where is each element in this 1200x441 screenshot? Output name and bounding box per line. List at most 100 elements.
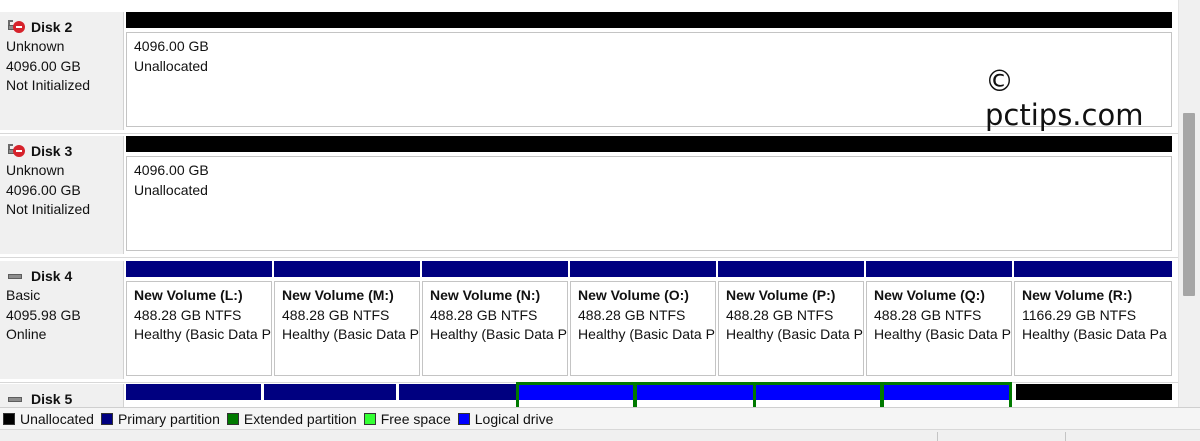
row-separator (0, 133, 1178, 134)
disk-info-line: Not Initialized (6, 201, 91, 217)
disk-info-line: Online (6, 326, 47, 342)
disk-title: Disk 2 (6, 17, 123, 37)
partition-details: New Volume (Q:) 488.28 GB NTFS Healthy (Ba… (866, 281, 1012, 376)
arrow-mark (8, 20, 13, 25)
partition-line: 4096.00 GB (134, 162, 209, 178)
partition-details: New Volume (R:) 1166.29 GB NTFS Healthy (B… (1014, 281, 1172, 376)
partition-block[interactable] (1016, 384, 1172, 407)
partition-block[interactable]: New Volume (P:) 488.28 GB NTFS Healthy (Ba… (718, 261, 864, 379)
volume-name: New Volume (R:) (1022, 287, 1133, 303)
partition-bar (264, 384, 396, 400)
drive-shape (8, 274, 22, 279)
disk-name: Disk 4 (31, 268, 73, 284)
partition-bar (866, 261, 1012, 277)
disk-info: Basic 4095.98 GB Online (6, 286, 123, 345)
volume-name: New Volume (L:) (134, 287, 243, 303)
legend-swatch (100, 412, 113, 425)
partition-block[interactable] (126, 384, 261, 407)
legend-label: Free space (380, 410, 451, 427)
partition-bar (1016, 384, 1172, 400)
legend-item: Unallocated (3, 411, 94, 427)
partition-area: New Volume (L:) 488.28 GB NTFS Healthy (Ba… (126, 261, 1178, 379)
volume-name: New Volume (Q:) (874, 287, 985, 303)
partition-details: New Volume (N:) 488.28 GB NTFS Healthy (Ba… (422, 281, 568, 376)
disk-drive-icon (6, 391, 27, 407)
scrollbar-thumb[interactable] (1183, 113, 1195, 296)
legend-item: Extended partition (226, 411, 357, 427)
partition-bar (755, 384, 881, 400)
partition-bar (274, 261, 420, 277)
partition-line: Healthy (Basic Data P (726, 326, 863, 342)
partition-details: New Volume (O:) 488.28 GB NTFS Healthy (Ba… (570, 281, 716, 376)
partition-block[interactable]: 4096.00 GB Unallocated (126, 136, 1172, 254)
disk-uninitialized-icon (6, 19, 27, 35)
disk-label-disk3[interactable]: Disk 3 Unknown 4096.00 GB Not Initialized (0, 136, 124, 254)
partition-block[interactable] (881, 382, 1012, 407)
volume-name: New Volume (P:) (726, 287, 836, 303)
partition-block[interactable]: New Volume (R:) 1166.29 GB NTFS Healthy (B… (1014, 261, 1172, 379)
disk-title: Disk 4 (6, 266, 123, 286)
partition-details: 4096.00 GB Unallocated (126, 156, 1172, 251)
partition-bar (636, 384, 754, 400)
disk-label-disk4[interactable]: Disk 4 Basic 4095.98 GB Online (0, 261, 124, 379)
partition-bar (126, 12, 1172, 28)
partition-block[interactable]: New Volume (N:) 488.28 GB NTFS Healthy (Ba… (422, 261, 568, 379)
disk-info-line: 4096.00 GB (6, 181, 81, 198)
legend-swatch (226, 412, 239, 425)
legend-item: Logical drive (457, 410, 554, 427)
partition-block[interactable] (264, 384, 396, 407)
partition-block[interactable]: New Volume (O:) 488.28 GB NTFS Healthy (Ba… (570, 261, 716, 379)
disk-info: Unknown 4096.00 GB Not Initialized (6, 161, 123, 220)
disk-row-disk5: Disk 5 (0, 382, 1178, 407)
row-separator (0, 382, 1178, 383)
legend-swatch (363, 412, 376, 425)
vertical-scrollbar[interactable] (1178, 0, 1200, 407)
disk-info-line: Unknown (6, 162, 65, 178)
partition-block[interactable]: New Volume (L:) 488.28 GB NTFS Healthy (Ba… (126, 261, 272, 379)
partition-bar (126, 384, 261, 400)
partition-block[interactable]: New Volume (Q:) 488.28 GB NTFS Healthy (Ba… (866, 261, 1012, 379)
partition-line: Unallocated (134, 181, 208, 198)
disk-label-disk5[interactable]: Disk 5 (0, 384, 124, 407)
disk-row-disk3: Disk 3 Unknown 4096.00 GB Not Initialized 40… (0, 136, 1178, 254)
disk-title: Disk 3 (6, 141, 123, 161)
legend-bar: Unallocated Primary partition Extended par… (0, 407, 1200, 429)
partition-bar (570, 261, 716, 277)
stop-mark (13, 21, 25, 33)
partition-block[interactable] (753, 382, 883, 407)
partition-line: 488.28 GB NTFS (874, 306, 982, 323)
disk-drive-icon (6, 268, 27, 284)
partition-line: 1166.29 GB NTFS (1022, 306, 1137, 323)
partition-bar (883, 384, 1010, 400)
partition-block[interactable] (399, 384, 516, 407)
status-divider (1065, 432, 1066, 441)
partition-line: Healthy (Basic Data P (282, 326, 419, 342)
partition-line: 488.28 GB NTFS (726, 306, 834, 323)
legend-label: Unallocated (20, 410, 94, 427)
disk-info-line: Unknown (6, 38, 65, 54)
partition-line: 488.28 GB NTFS (578, 306, 686, 323)
partition-area: 4096.00 GB Unallocated (126, 136, 1178, 254)
partition-bar (422, 261, 568, 277)
partition-block[interactable] (634, 382, 756, 407)
disk-label-disk2[interactable]: Disk 2 Unknown 4096.00 GB Not Initialized (0, 12, 124, 130)
partition-line: 488.28 GB NTFS (134, 306, 242, 323)
partition-line: 488.28 GB NTFS (430, 306, 538, 323)
disk-info-line: Not Initialized (6, 77, 91, 93)
status-bar (0, 429, 1200, 441)
legend-label: Logical drive (474, 410, 554, 427)
partition-bar (399, 384, 516, 400)
disk-info-line: Basic (6, 287, 41, 303)
partition-bar (518, 384, 634, 400)
partition-bar (1014, 261, 1172, 277)
disk-info: Unknown 4096.00 GB Not Initialized (6, 37, 123, 96)
partition-line: Healthy (Basic Data P (874, 326, 1011, 342)
volume-name: New Volume (N:) (430, 287, 541, 303)
disk-info-line: 4096.00 GB (6, 57, 81, 74)
partition-block[interactable] (516, 382, 636, 407)
partition-line: Healthy (Basic Data P (578, 326, 715, 342)
partition-line: 488.28 GB NTFS (282, 306, 390, 323)
partition-details: New Volume (L:) 488.28 GB NTFS Healthy (Ba… (126, 281, 272, 376)
disk-uninitialized-icon (6, 143, 27, 159)
partition-block[interactable]: New Volume (M:) 488.28 GB NTFS Healthy (Ba… (274, 261, 420, 379)
